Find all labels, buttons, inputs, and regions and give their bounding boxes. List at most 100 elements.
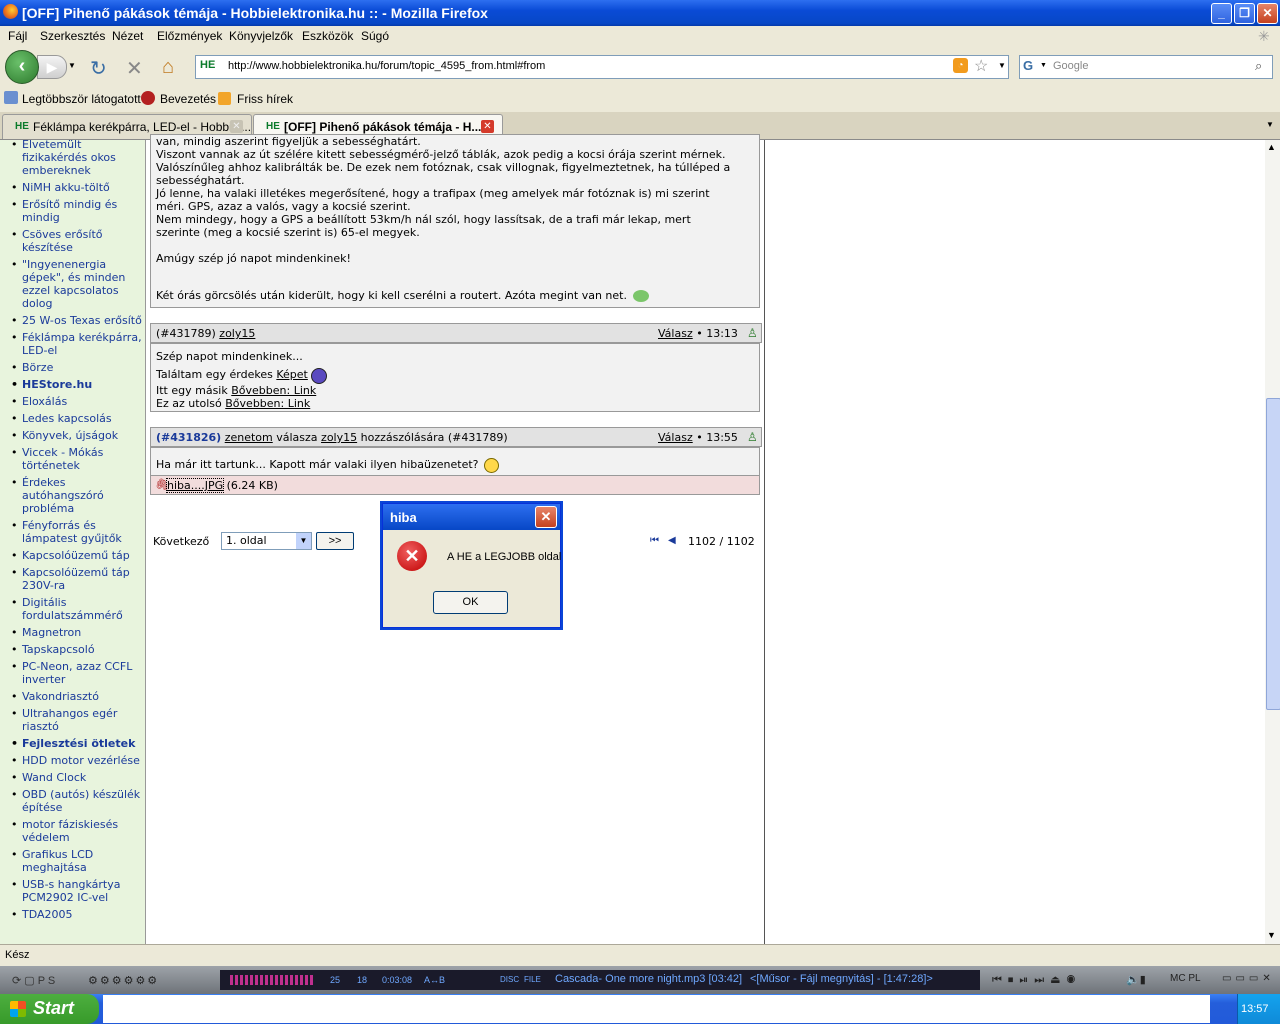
- post-text: van, mindig aszerint figyeljük a sebessé…: [156, 135, 730, 291]
- sidebar-topic-link[interactable]: Féklámpa kerékpárra, LED-el: [10, 331, 145, 357]
- scroll-up-icon[interactable]: ▲: [1267, 142, 1276, 152]
- sidebar-topic-link[interactable]: Könyvek, újságok: [10, 429, 145, 442]
- more-link[interactable]: Bővebben: Link: [231, 384, 316, 397]
- sidebar-topic-link[interactable]: TDA2005: [10, 908, 145, 921]
- clock[interactable]: 13:57: [1241, 1003, 1269, 1015]
- search-box[interactable]: G ▼ Google ⌕: [1019, 55, 1273, 79]
- ok-button[interactable]: OK: [433, 591, 508, 614]
- sidebar-topic-link[interactable]: Vakondriasztó: [10, 690, 145, 703]
- bookmark-latest-news[interactable]: Friss hírek: [237, 92, 293, 106]
- post-author-link[interactable]: zoly15: [219, 327, 255, 340]
- reload-icon[interactable]: ↻: [90, 56, 107, 81]
- sidebar-topic-link[interactable]: Csöves erősítő készítése: [10, 228, 145, 254]
- dialog-close-button[interactable]: ✕: [535, 506, 557, 528]
- site-identity-badge[interactable]: HE: [200, 59, 215, 71]
- attachment-link[interactable]: hiba....JPG: [165, 478, 225, 493]
- start-button[interactable]: Start: [0, 994, 99, 1024]
- sidebar-topic-link[interactable]: motor fáziskiesés védelem: [10, 818, 145, 844]
- volume-icon[interactable]: 🔈▮: [1126, 973, 1146, 986]
- sidebar-topic-link[interactable]: Erősítő mindig és mindig: [10, 198, 145, 224]
- sidebar-topic-link[interactable]: Elvetemült fizikakérdés okos embereknek: [10, 140, 145, 177]
- sidebar-topic-link[interactable]: Wand Clock: [10, 771, 145, 784]
- tab-list-dropdown-icon[interactable]: ▼: [1266, 120, 1274, 129]
- first-page-icon[interactable]: ⏮: [650, 535, 659, 546]
- sidebar-topic-link[interactable]: OBD (autós) készülék építése: [10, 788, 145, 814]
- search-engine-dropdown-icon[interactable]: ▼: [1040, 62, 1047, 69]
- taskbar-window-area[interactable]: [103, 995, 1210, 1023]
- prev-page-icon[interactable]: ◀: [668, 535, 676, 546]
- sidebar-topic-link[interactable]: Érdekes autóhangszóró probléma: [10, 476, 145, 515]
- menu-history[interactable]: Előzmények: [157, 29, 222, 43]
- player-window-buttons[interactable]: ▭▭▭✕: [1222, 973, 1275, 984]
- url-text[interactable]: http://www.hobbielektronika.hu/forum/top…: [228, 60, 545, 72]
- reply-link[interactable]: Válasz: [658, 431, 693, 444]
- more-link[interactable]: Bővebben: Link: [225, 397, 310, 410]
- reply-link[interactable]: Válasz: [658, 327, 693, 340]
- sidebar-topic-link[interactable]: Magnetron: [10, 626, 145, 639]
- post-431789-body: Szép napot mindenkinek... Találtam egy é…: [150, 343, 760, 412]
- sidebar-topic-link[interactable]: Fényforrás és lámpatest gyűjtők: [10, 519, 145, 545]
- menu-bookmarks[interactable]: Könyvjelzők: [229, 29, 293, 43]
- kepet-link[interactable]: Képet: [276, 368, 308, 381]
- menu-help[interactable]: Súgó: [361, 29, 389, 43]
- sidebar-topic-link[interactable]: Kapcsolóüzemű táp 230V-ra: [10, 566, 145, 592]
- sidebar-topic-link[interactable]: NiMH akku-töltő: [10, 181, 145, 194]
- forward-button[interactable]: ▶: [37, 55, 67, 79]
- history-dropdown-icon[interactable]: ▼: [68, 61, 76, 70]
- menu-view[interactable]: Nézet: [112, 29, 143, 43]
- sidebar-topic-link[interactable]: HEStore.hu: [10, 378, 145, 391]
- search-icon[interactable]: ⌕: [1255, 58, 1262, 74]
- minimize-button[interactable]: _: [1211, 3, 1232, 24]
- menu-file[interactable]: Fájl: [8, 29, 27, 43]
- sidebar-topic-link[interactable]: Viccek - Mókás történetek: [10, 446, 145, 472]
- back-button[interactable]: ‹: [5, 50, 39, 84]
- home-icon[interactable]: ⌂: [162, 56, 174, 79]
- sidebar-topic-link[interactable]: Börze: [10, 361, 145, 374]
- dialog-title-bar[interactable]: hiba ✕: [383, 504, 560, 530]
- url-dropdown-icon[interactable]: ▼: [998, 61, 1006, 70]
- bookmark-star-icon[interactable]: ☆: [974, 56, 988, 76]
- close-tab-icon[interactable]: ✕: [481, 120, 494, 133]
- window-title-bar[interactable]: [OFF] Pihenő pákások témája - Hobbielekt…: [0, 0, 1280, 26]
- post-line: van, mindig aszerint figyeljük a sebessé…: [156, 135, 421, 148]
- sidebar-topic-link[interactable]: Digitális fordulatszámmérő: [10, 596, 145, 622]
- close-window-button[interactable]: ✕: [1257, 3, 1278, 24]
- sidebar-topic-link[interactable]: HDD motor vezérlése: [10, 754, 145, 767]
- go-button[interactable]: >>: [316, 532, 354, 550]
- menu-tools[interactable]: Eszközök: [302, 29, 353, 43]
- sidebar-topic-link[interactable]: "Ingyenenergia gépek", és minden ezzel k…: [10, 258, 145, 310]
- scrollbar-thumb[interactable]: [1266, 398, 1280, 710]
- page-select[interactable]: 1. oldal ▼: [221, 532, 312, 550]
- chevron-down-icon[interactable]: ▼: [296, 533, 311, 549]
- sidebar-topic-link[interactable]: Grafikus LCD meghajtása: [10, 848, 145, 874]
- sidebar-topic-link[interactable]: Eloxálás: [10, 395, 145, 408]
- sidebar-topic-link[interactable]: Tapskapcsoló: [10, 643, 145, 656]
- scroll-down-icon[interactable]: ▼: [1267, 930, 1276, 940]
- sidebar-topic-link[interactable]: PC-Neon, azaz CCFL inverter: [10, 660, 145, 686]
- sidebar-topic-link[interactable]: USB-s hangkártya PCM2902 IC-vel: [10, 878, 145, 904]
- sidebar-topic-link[interactable]: Fejlesztési ötletek: [10, 737, 145, 750]
- disc-label[interactable]: DISC: [500, 975, 519, 984]
- sidebar-topic-link[interactable]: Kapcsolóüzemű táp: [10, 549, 145, 562]
- url-bar[interactable]: HE http://www.hobbielektronika.hu/forum/…: [195, 55, 1009, 79]
- player-mode-icon[interactable]: ⟳ ▢ P S: [12, 974, 55, 987]
- bookmark-most-visited[interactable]: Legtöbbször látogatott: [22, 92, 141, 106]
- reply-to-author-link[interactable]: zoly15: [321, 431, 357, 444]
- menu-edit[interactable]: Szerkesztés: [40, 29, 105, 43]
- stop-icon[interactable]: ✕: [126, 56, 143, 81]
- equalizer-icon[interactable]: MC PL: [1170, 973, 1201, 984]
- page-info: 1102 / 1102: [688, 535, 755, 548]
- rss-feed-icon[interactable]: ◔: [953, 58, 968, 73]
- file-label[interactable]: FILE: [524, 975, 541, 984]
- post-author-link[interactable]: zenetom: [225, 431, 273, 444]
- transport-buttons[interactable]: ⏮⏹⏯⏭⏏◉: [992, 973, 1081, 987]
- sidebar-topic-link[interactable]: 25 W-os Texas erősítő: [10, 314, 145, 327]
- search-engine-icon[interactable]: G: [1023, 58, 1033, 73]
- restore-button[interactable]: ❐: [1234, 3, 1255, 24]
- sidebar-topic-link[interactable]: Ultrahangos egér riasztó: [10, 707, 145, 733]
- sidebar-topic-link[interactable]: Ledes kapcsolás: [10, 412, 145, 425]
- ab-repeat[interactable]: A↔B: [424, 975, 445, 985]
- player-controls-icons[interactable]: ⚙⚙⚙⚙⚙⚙: [88, 974, 159, 987]
- bookmark-intro[interactable]: Bevezetés: [160, 92, 216, 106]
- close-tab-icon[interactable]: ✕: [230, 120, 243, 133]
